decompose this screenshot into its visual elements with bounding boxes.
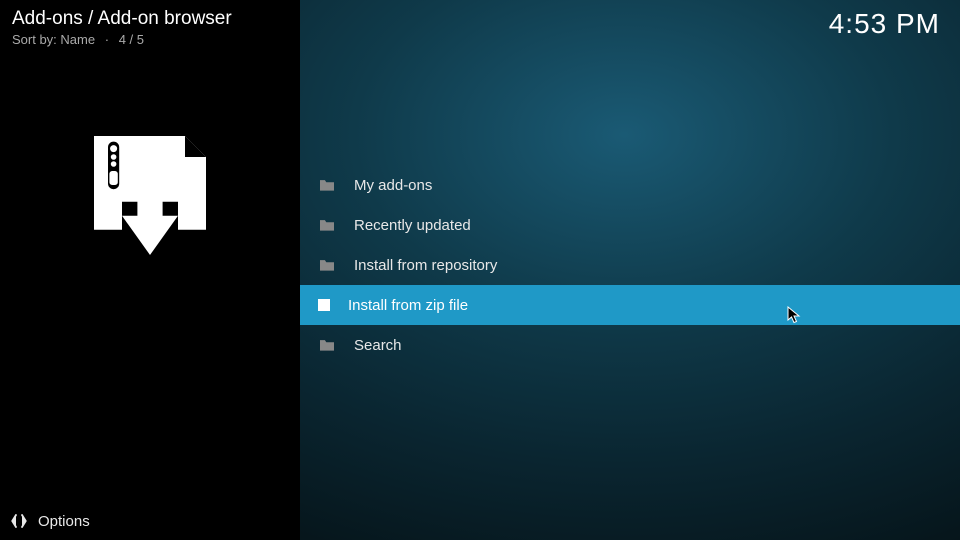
list-item-search[interactable]: Search [300,325,960,365]
list-item-label: Search [354,337,402,354]
zip-icon [318,299,330,311]
sidebar: Add-ons / Add-on browser Sort by: Name ·… [0,0,300,540]
addon-list: My add-ons Recently updated Install from… [300,165,960,365]
folder-icon [318,258,336,272]
cursor-icon [787,306,801,324]
list-item-label: Install from zip file [348,297,468,314]
dot-separator: · [105,32,109,47]
options-icon [10,512,28,530]
list-item-install-zip[interactable]: Install from zip file [300,285,960,325]
folder-icon [318,338,336,352]
clock: 4:53 PM [829,8,940,40]
sort-value: Name [60,32,95,47]
options-button[interactable]: Options [10,512,90,530]
list-item-recently-updated[interactable]: Recently updated [300,205,960,245]
sort-label: Sort by: [12,32,57,47]
list-item-label: Install from repository [354,257,497,274]
breadcrumb: Add-ons / Add-on browser [0,0,300,30]
list-item-label: My add-ons [354,177,432,194]
folder-icon [318,218,336,232]
zip-install-icon [0,129,300,269]
list-item-my-addons[interactable]: My add-ons [300,165,960,205]
list-item-label: Recently updated [354,217,471,234]
list-item-install-repository[interactable]: Install from repository [300,245,960,285]
sort-row: Sort by: Name · 4 / 5 [0,30,300,49]
folder-icon [318,178,336,192]
list-position: 4 / 5 [119,32,144,47]
options-label: Options [38,513,90,530]
main: 4:53 PM My add-ons Recently updated Inst… [300,0,960,540]
